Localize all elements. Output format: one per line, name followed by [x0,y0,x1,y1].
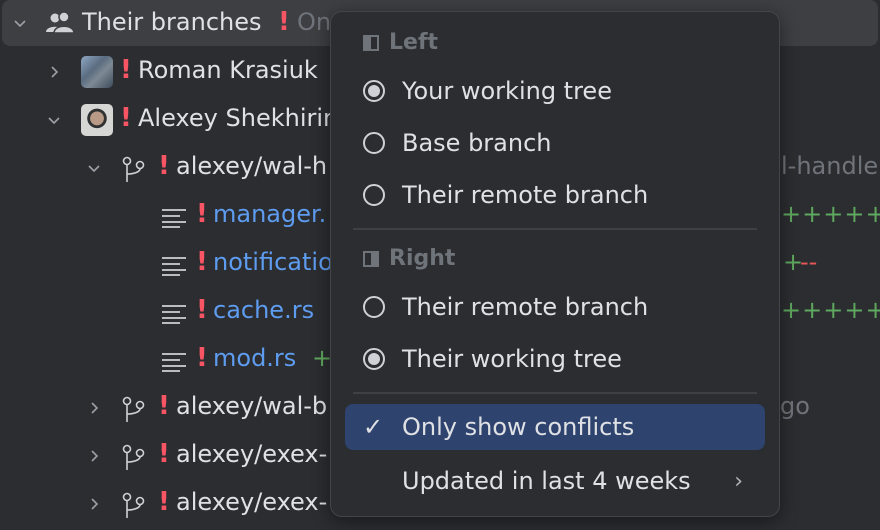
text-file-icon [161,206,187,234]
conflict-icon: ! [196,343,208,373]
text-file-icon [161,254,187,282]
chevron-down-icon[interactable] [10,13,30,33]
option-their-working-tree[interactable]: Their working tree [345,336,765,382]
diff-options-popup: Left Your working tree Base branch Their… [330,11,780,517]
left-section-header: Left [363,30,438,55]
conflict-icon: ! [196,199,208,229]
branch-name: alexey/exex- [176,488,328,516]
chevron-right-icon[interactable] [44,62,64,82]
conflict-icon: ! [196,295,208,325]
conflict-icon: ! [120,103,132,133]
conflict-icon: ! [196,247,208,277]
diff-removed: -- [800,248,818,276]
file-name[interactable]: notificatio [213,248,333,276]
branch-hint: go [780,392,810,420]
option-label: Their remote branch [402,293,649,321]
chevron-right-icon[interactable] [84,398,104,418]
user-name: Roman Krasiuk [138,56,318,84]
branch-icon [122,396,146,430]
conflict-icon: ! [158,151,170,181]
chevron-right-icon: › [734,468,743,494]
radio-icon[interactable] [363,132,385,154]
radio-selected-icon[interactable] [363,348,385,370]
users-icon [44,11,76,35]
chevron-right-icon[interactable] [84,446,104,466]
filter-hint: On [297,8,332,36]
avatar [81,104,113,136]
option-their-remote-branch-left[interactable]: Their remote branch [345,172,765,218]
option-base-branch[interactable]: Base branch [345,120,765,166]
section-title: Right [389,246,456,271]
conflict-icon: ! [158,487,170,517]
separator [353,392,757,394]
checkmark-icon: ✓ [363,413,384,441]
diff-added: +++++++ [781,296,880,324]
user-name: Alexey Shekhirin [138,104,339,132]
conflict-icon: ! [120,55,132,85]
chevron-down-icon[interactable] [44,110,64,130]
updated-in-last-submenu[interactable]: Updated in last 4 weeks › [345,458,765,504]
radio-icon[interactable] [363,184,385,206]
option-label: Their working tree [402,345,622,373]
left-pane-icon [363,34,379,51]
option-label: Updated in last 4 weeks [402,467,691,495]
conflict-icon: ! [278,7,290,37]
option-label: Their remote branch [402,181,649,209]
radio-selected-icon[interactable] [363,80,385,102]
diff-added: +++++++ [781,200,880,228]
option-their-remote-branch-right[interactable]: Their remote branch [345,284,765,330]
only-show-conflicts-toggle[interactable]: ✓ Only show conflicts [345,404,765,450]
group-label: Their branches [82,8,262,36]
right-section-header: Right [363,246,455,271]
branch-name: alexey/wal-h [176,152,328,180]
branch-hint: l-handle [781,152,879,180]
radio-icon[interactable] [363,296,385,318]
chevron-down-icon[interactable] [84,158,104,178]
chevron-right-icon[interactable] [84,494,104,514]
branch-icon [122,156,146,190]
branch-icon [122,444,146,478]
option-label: Base branch [402,129,552,157]
text-file-icon [161,350,187,378]
branch-icon [122,492,146,526]
section-title: Left [389,30,439,55]
file-name[interactable]: cache.rs [213,296,314,324]
separator [353,228,757,230]
avatar [81,56,113,88]
text-file-icon [161,302,187,330]
option-label: Your working tree [402,77,612,105]
branch-name: alexey/wal-b [176,392,328,420]
option-your-working-tree[interactable]: Your working tree [345,68,765,114]
right-pane-icon [363,250,379,267]
conflict-icon: ! [158,439,170,469]
conflict-icon: ! [158,391,170,421]
branch-name: alexey/exex- [176,440,328,468]
option-label: Only show conflicts [402,413,635,441]
file-name[interactable]: mod.rs [213,344,296,372]
file-name[interactable]: manager. [213,200,326,228]
